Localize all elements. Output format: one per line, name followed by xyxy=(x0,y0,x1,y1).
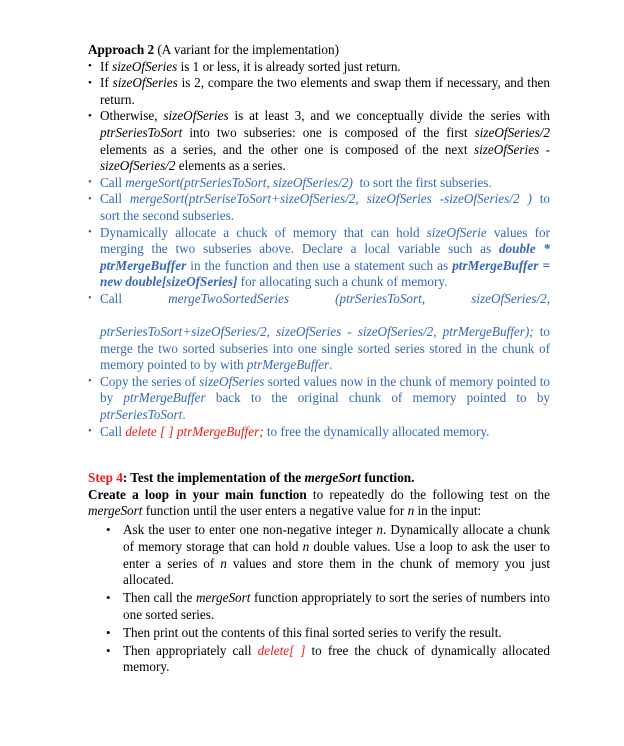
code-arg-second: sizeOfSeries/2, xyxy=(471,290,551,306)
document-body: Approach 2 (A variant for the implementa… xyxy=(88,42,550,677)
step-4-intro-text-1: to repeatedly do the following test on t… xyxy=(306,486,550,502)
code-delete-statement: delete[ ] xyxy=(257,642,306,658)
step-4-heading-tail: function. xyxy=(360,470,415,486)
code-call: mergeSort(ptrSeriesToSort, sizeOfSeries/… xyxy=(125,174,353,190)
approach-2-subtitle: (A variant for the implementation) xyxy=(154,42,340,57)
code-term: sizeOfSeries/2 xyxy=(474,124,550,140)
code-term: sizeOfSeries xyxy=(112,75,178,91)
list-item: Dynamically allocate a chuck of memory t… xyxy=(88,224,550,291)
list-item: Copy the series of sizeOfSeries sorted v… xyxy=(88,373,550,424)
list-item: Then print out the contents of this fina… xyxy=(88,625,550,642)
step-4-heading-text: : Test the implementation of the xyxy=(122,470,305,486)
code-term: sizeOfSeries xyxy=(199,373,265,389)
code-term: sizeOfSeries - sizeOfSeries/2 xyxy=(100,141,551,174)
code-term: sizeOfSerie xyxy=(426,224,487,240)
code-term: mergeSort xyxy=(88,503,143,519)
list-item: Otherwise, sizeOfSeries is at least 3, a… xyxy=(88,108,550,174)
list-item: Call mergeSort(ptrSeriesToSort, sizeOfSe… xyxy=(88,174,550,192)
code-term: ptrMergeBuffer xyxy=(246,357,330,373)
list-item: Then appropriately call delete[ ] to fre… xyxy=(88,643,550,677)
step-4-intro-text-2: function until the user enters a negativ… xyxy=(142,503,408,519)
code-call-first-line: Call mergeTwoSortedSeries (ptrSeriesToSo… xyxy=(100,291,550,324)
step-4-intro-text-3: in the input: xyxy=(414,503,482,519)
list-item: Call delete [ ] ptrMergeBuffer; to free … xyxy=(88,423,550,441)
code-term: sizeOfSeries xyxy=(163,108,229,124)
variable-n: n xyxy=(376,522,384,538)
code-term: mergeSort xyxy=(195,590,251,606)
list-item: Call mergeTwoSortedSeries (ptrSeriesToSo… xyxy=(88,290,550,374)
approach-2-heading: Approach 2 (A variant for the implementa… xyxy=(88,42,550,59)
approach-2-bullet-list: If sizeOfSeries is 1 or less, it is alre… xyxy=(88,58,550,441)
list-item: Then call the mergeSort function appropr… xyxy=(88,590,550,624)
code-term: ptrSeriesToSort xyxy=(100,124,183,140)
code-term: ptrMergeBuffer xyxy=(123,390,206,406)
code-term: sizeOfSeries xyxy=(112,58,178,74)
list-item: Ask the user to enter one non-negative i… xyxy=(88,522,550,589)
list-item-text: Then print out the contents of this fina… xyxy=(123,624,502,640)
code-term: ptrSeriesToSort xyxy=(100,407,183,423)
code-call-rest: ptrSeriesToSort+sizeOfSeries/2, sizeOfSe… xyxy=(100,324,534,340)
step-4-intro-bold: Create a loop in your main function xyxy=(88,486,307,502)
list-item: Call mergeSort(ptrSeriseToSort+sizeOfSer… xyxy=(88,191,550,224)
step-4-heading-function: mergeSort xyxy=(304,470,361,486)
code-function-name: mergeTwoSortedSeries xyxy=(168,290,289,306)
document-page: Approach 2 (A variant for the implementa… xyxy=(0,0,624,746)
step-4-bullet-list: Ask the user to enter one non-negative i… xyxy=(88,522,550,676)
variable-n: n xyxy=(302,538,310,554)
code-call: mergeSort(ptrSeriseToSort+sizeOfSeries/2… xyxy=(129,191,532,207)
list-item: If sizeOfSeries is 2, compare the two el… xyxy=(88,75,550,108)
variable-n: n xyxy=(220,555,227,571)
code-arg-first: (ptrSeriesToSort, xyxy=(335,290,426,306)
call-label: Call xyxy=(100,290,122,306)
approach-2-title: Approach 2 xyxy=(88,42,155,57)
step-4-label: Step 4 xyxy=(88,470,123,486)
code-delete-statement: delete [ ] ptrMergeBuffer; xyxy=(125,423,264,439)
step-4-heading: Step 4: Test the implementation of the m… xyxy=(88,470,550,487)
list-item: If sizeOfSeries is 1 or less, it is alre… xyxy=(88,58,550,76)
step-4-intro: Create a loop in your main function to r… xyxy=(88,487,550,520)
